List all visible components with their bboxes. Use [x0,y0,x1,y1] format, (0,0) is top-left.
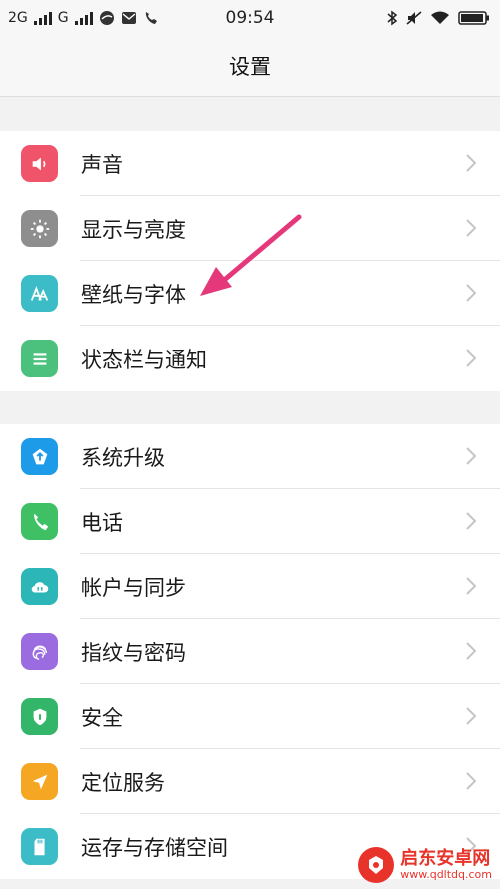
settings-item-label: 电话 [81,510,123,535]
battery-icon [458,11,489,25]
chevron-right-icon [466,284,477,302]
settings-item-account-sync[interactable]: 帐户与同步 [0,554,500,619]
settings-item-display[interactable]: 显示与亮度 [0,196,500,261]
settings-group-2: 系统升级 电话 帐户与同步 指纹与密码 安全 定位服务 运存与存储空间 [0,424,500,879]
status-bar: 2G G 09:54 [0,0,500,36]
speaker-icon [21,145,58,182]
chevron-right-icon [466,707,477,725]
watermark-logo-icon [358,847,395,883]
chevron-right-icon [466,349,477,367]
watermark: 启东安卓网 www.qdltdq.com [358,847,492,883]
settings-item-sound[interactable]: 声音 [0,131,500,196]
list-icon [21,340,58,377]
page-title: 设置 [229,55,271,79]
settings-item-label: 显示与亮度 [81,217,186,242]
fingerprint-icon [21,633,58,670]
upgrade-icon [21,438,58,475]
chevron-right-icon [466,447,477,465]
watermark-title: 启东安卓网 [400,848,491,870]
chevron-right-icon [466,642,477,660]
settings-item-status-bar-notification[interactable]: 状态栏与通知 [0,326,500,391]
settings-item-fingerprint-password[interactable]: 指纹与密码 [0,619,500,684]
bluetooth-icon [387,10,398,26]
location-icon [21,763,58,800]
font-icon [21,275,58,312]
wifi-icon [431,11,449,24]
settings-item-label: 安全 [81,705,123,730]
settings-item-label: 系统升级 [81,445,165,470]
chevron-right-icon [466,512,477,530]
settings-item-wallpaper-font[interactable]: 壁纸与字体 [0,261,500,326]
settings-item-security[interactable]: 安全 [0,684,500,749]
settings-item-label: 声音 [81,152,123,177]
settings-item-phone[interactable]: 电话 [0,489,500,554]
phone-icon [21,503,58,540]
sd-card-icon [21,828,58,865]
page-header: 设置 [0,36,500,97]
settings-item-system-upgrade[interactable]: 系统升级 [0,424,500,489]
settings-item-label: 定位服务 [81,770,165,795]
status-right [386,0,490,36]
shield-icon [21,698,58,735]
settings-item-label: 壁纸与字体 [81,282,186,307]
settings-group-1: 声音 显示与亮度 壁纸与字体 状态栏与通知 [0,131,500,391]
chevron-right-icon [466,577,477,595]
settings-item-location[interactable]: 定位服务 [0,749,500,814]
mute-icon [406,11,422,25]
watermark-url: www.qdltdq.com [400,867,492,881]
settings-item-label: 运存与存储空间 [81,835,228,860]
cloud-sync-icon [21,568,58,605]
settings-item-label: 帐户与同步 [81,575,186,600]
settings-item-label: 指纹与密码 [81,640,186,665]
brightness-icon [21,210,58,247]
chevron-right-icon [466,219,477,237]
settings-item-label: 状态栏与通知 [81,347,207,372]
chevron-right-icon [466,154,477,172]
watermark-text: 启东安卓网 www.qdltdq.com [400,849,492,881]
chevron-right-icon [466,772,477,790]
